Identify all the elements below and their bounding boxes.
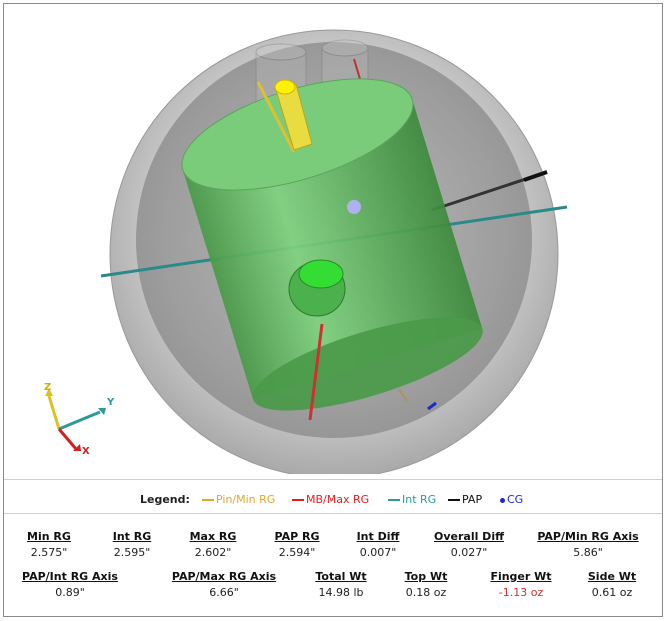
stat-pap-min-rg-axis: PAP/Min RG Axis 5.86" <box>537 530 639 559</box>
stat-min-rg: Min RG 2.575" <box>27 530 71 559</box>
stat-int-diff: Int Diff 0.007" <box>356 530 400 559</box>
legend-item-int-rg: Int RG <box>388 493 436 506</box>
legend-swatch <box>292 499 304 501</box>
stat-int-rg: Int RG 2.595" <box>112 530 152 559</box>
divider <box>4 479 662 480</box>
legend-dot <box>500 497 505 503</box>
divider <box>4 513 662 514</box>
stat-max-rg: Max RG 2.602" <box>189 530 237 559</box>
axis-label-y: Y <box>107 397 115 408</box>
stat-side-wt: Side Wt 0.61 oz <box>587 570 637 599</box>
3d-viewport[interactable]: Z Y X <box>4 4 662 474</box>
ball-layout-panel: Z Y X Legend: Pin/Min RG MB/Max RG Int R… <box>3 3 663 617</box>
legend-item-mb: MB/Max RG <box>292 493 369 506</box>
legend-title: Legend: <box>140 493 190 506</box>
legend: Legend: Pin/Min RG MB/Max RG Int RG PAP … <box>4 487 662 513</box>
stat-total-wt: Total Wt 14.98 lb <box>315 570 367 599</box>
legend-swatch <box>202 499 214 501</box>
stat-pap-max-rg-axis: PAP/Max RG Axis 6.66" <box>171 570 277 599</box>
legend-swatch <box>448 499 460 501</box>
legend-item-pin: Pin/Min RG <box>202 493 275 506</box>
stat-finger-wt: Finger Wt -1.13 oz <box>490 570 552 599</box>
ball-3d-render <box>45 29 568 474</box>
stats-table: Min RG 2.575" Int RG 2.595" Max RG 2.602… <box>4 524 662 616</box>
axis-label-z: Z <box>44 382 52 393</box>
legend-swatch <box>388 499 400 501</box>
stat-pap-rg: PAP RG 2.594" <box>274 530 320 559</box>
stat-pap-int-rg-axis: PAP/Int RG Axis 0.89" <box>22 570 118 599</box>
axis-label-x: X <box>82 446 90 457</box>
stat-overall-diff: Overall Diff 0.027" <box>433 530 504 559</box>
legend-item-cg: CG <box>500 493 523 506</box>
cg-marker <box>347 200 361 214</box>
legend-item-pap: PAP <box>448 493 482 506</box>
axis-triad <box>45 388 106 451</box>
stat-top-wt: Top Wt 0.18 oz <box>404 570 448 599</box>
